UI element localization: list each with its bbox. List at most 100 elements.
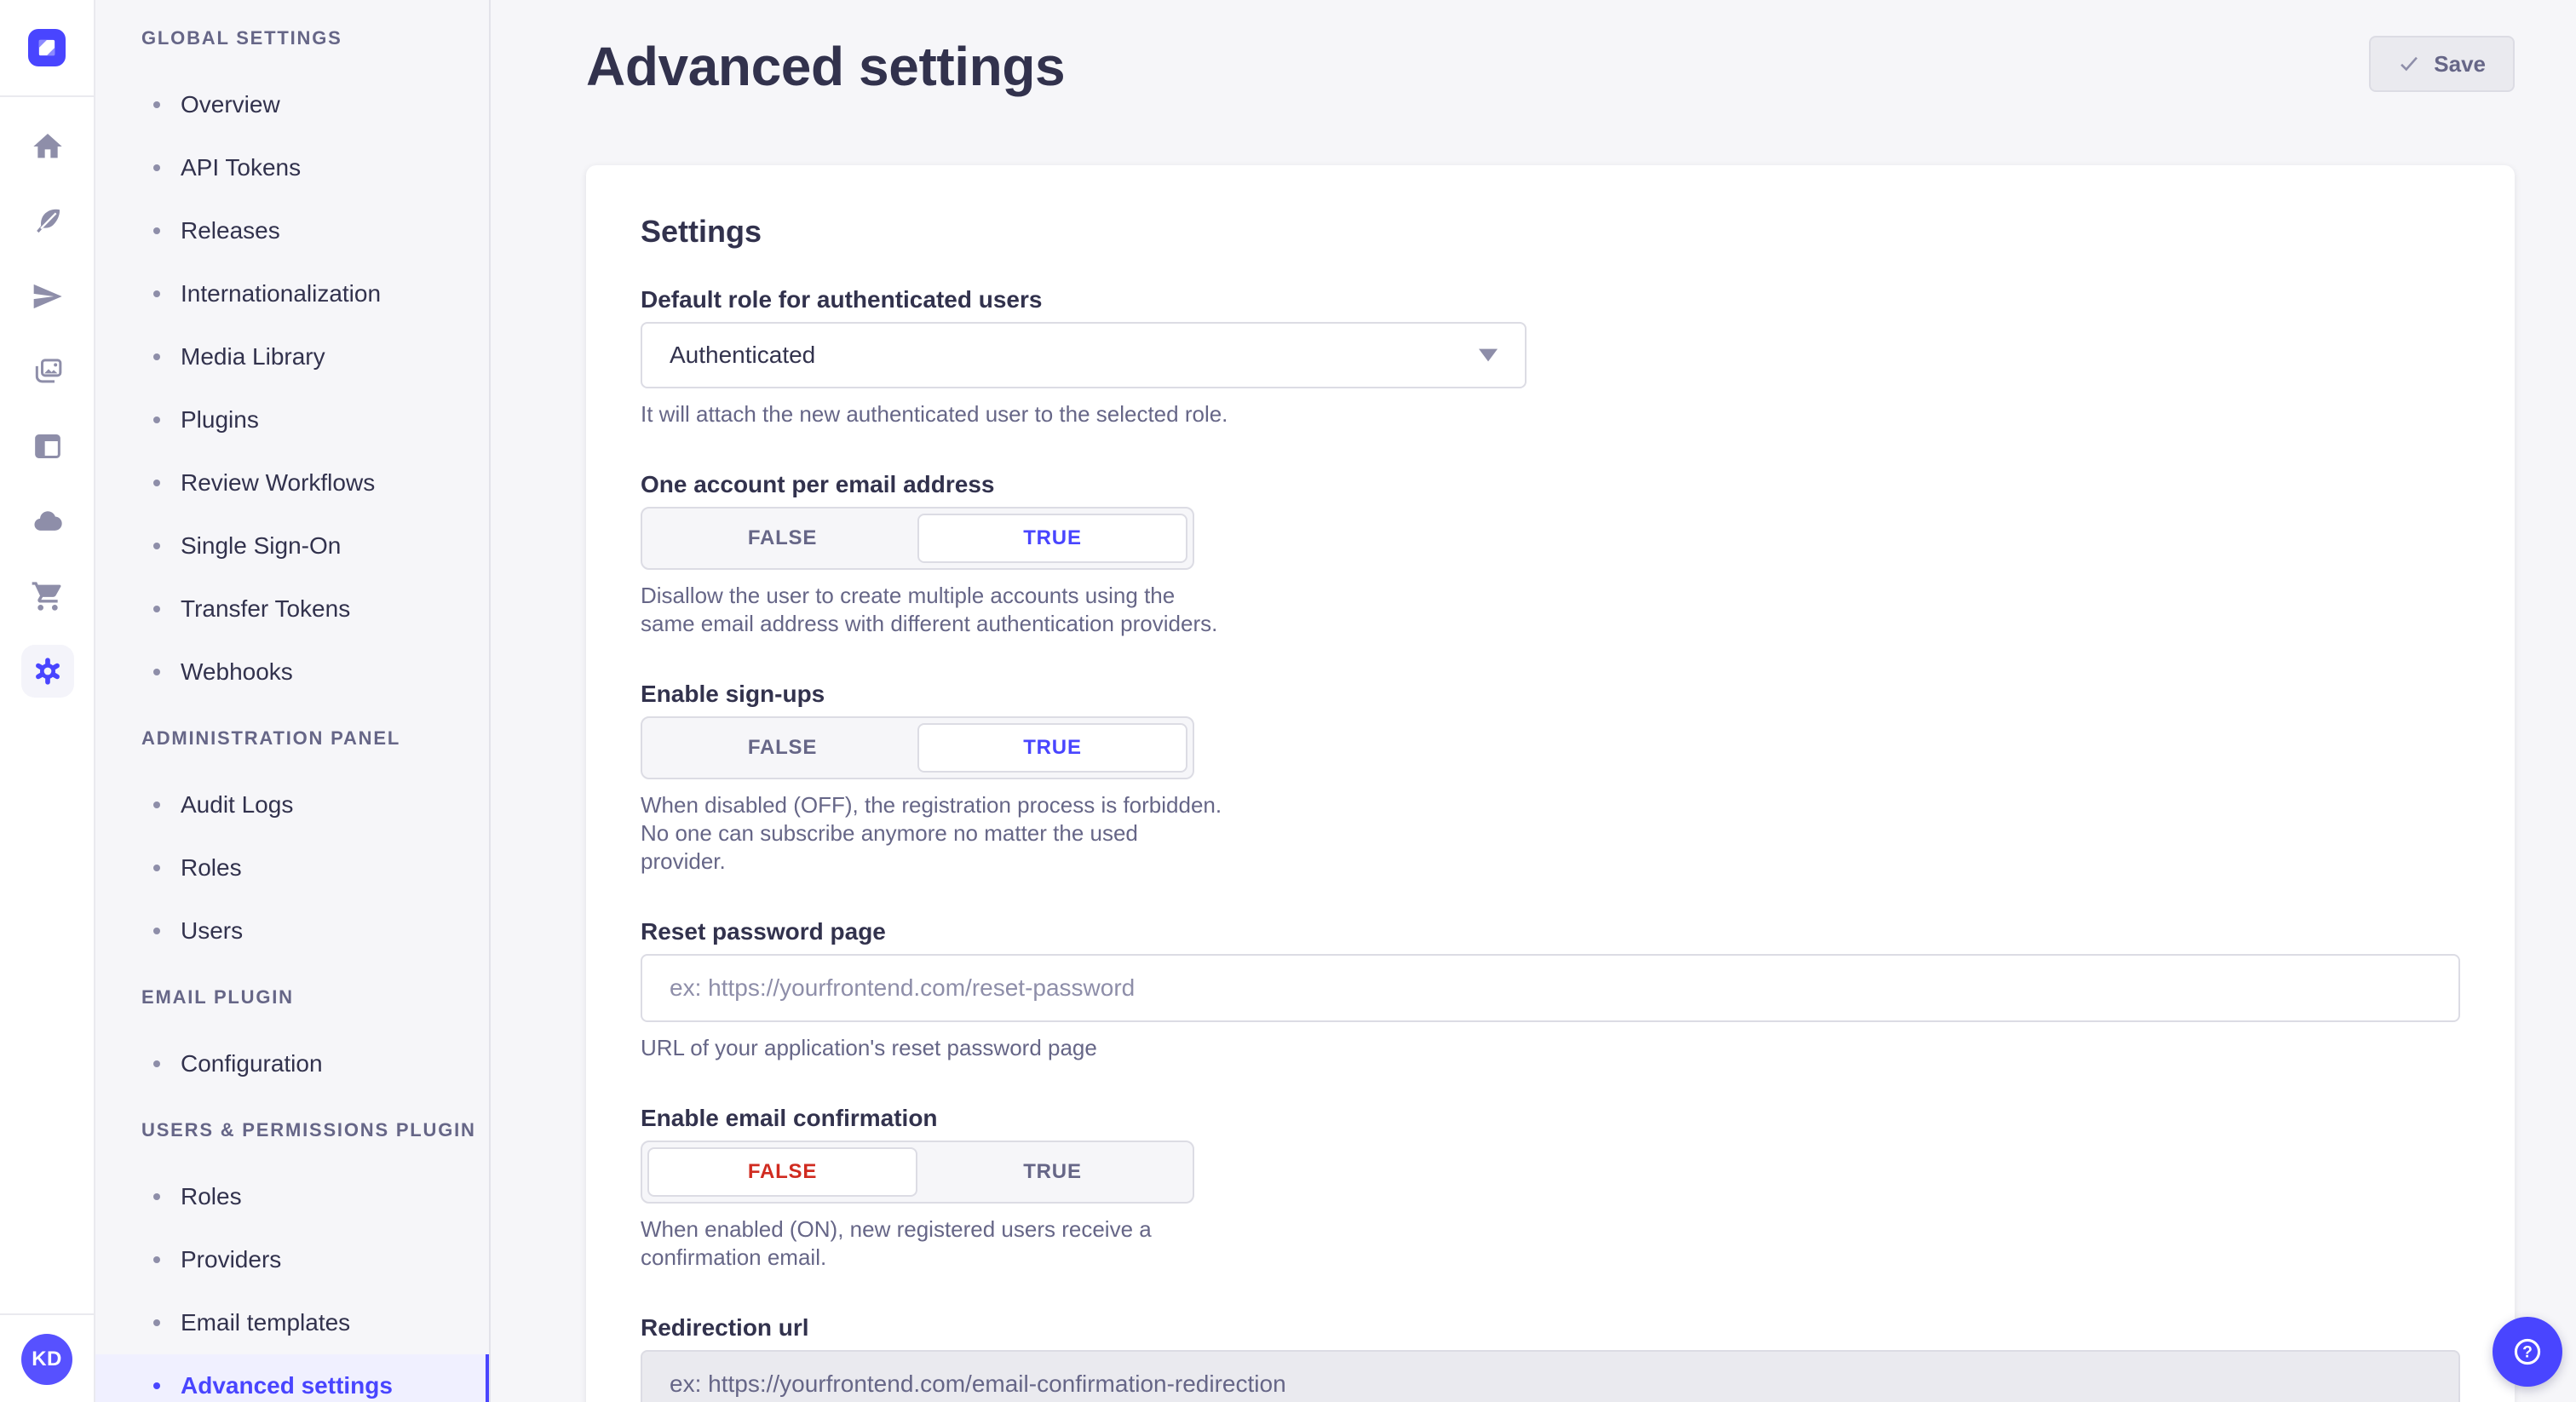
sidebar-item-internationalization[interactable]: Internationalization	[95, 262, 489, 325]
sidebar-item-label: API Tokens	[181, 154, 301, 181]
settings-active-indicator	[21, 645, 74, 698]
bullet-icon	[153, 865, 160, 871]
subnav-section-global: GLOBAL SETTINGS Overview API Tokens Rele…	[95, 27, 489, 704]
field-default-role: Default role for authenticated users Aut…	[641, 286, 2460, 428]
sidebar-item-single-sign-on[interactable]: Single Sign-On	[95, 514, 489, 577]
one-account-label: One account per email address	[641, 471, 2460, 498]
field-one-account: One account per email address FALSE TRUE…	[641, 471, 2460, 638]
subnav-section-title: EMAIL PLUGIN	[95, 986, 489, 1008]
one-account-true-option[interactable]: TRUE	[917, 514, 1187, 563]
main-content: Advanced settings Save Settings Default …	[491, 0, 2576, 1402]
sidebar-item-label: Plugins	[181, 406, 259, 434]
bullet-icon	[153, 1060, 160, 1067]
subnav-section-email-plugin: EMAIL PLUGIN Configuration	[95, 986, 489, 1095]
sidebar-item-review-workflows[interactable]: Review Workflows	[95, 451, 489, 514]
rail-item-cloud[interactable]	[0, 484, 95, 559]
strapi-logo[interactable]	[28, 29, 66, 66]
sidebar-item-up-roles[interactable]: Roles	[95, 1165, 489, 1228]
sidebar-item-admin-users[interactable]: Users	[95, 899, 489, 962]
sidebar-item-transfer-tokens[interactable]: Transfer Tokens	[95, 577, 489, 641]
sidebar-item-label: Internationalization	[181, 280, 381, 307]
bullet-icon	[153, 417, 160, 423]
cloud-icon	[31, 504, 65, 538]
rail-item-content-type-builder[interactable]	[0, 184, 95, 259]
gear-icon	[31, 654, 65, 688]
rail-item-media-library[interactable]	[0, 334, 95, 409]
settings-subnav: GLOBAL SETTINGS Overview API Tokens Rele…	[95, 0, 491, 1402]
sidebar-item-releases[interactable]: Releases	[95, 199, 489, 262]
feather-icon	[31, 204, 65, 238]
subnav-section-title: USERS & PERMISSIONS PLUGIN	[95, 1119, 489, 1141]
field-email-confirmation: Enable email confirmation FALSE TRUE Whe…	[641, 1105, 2460, 1272]
field-enable-sign-ups: Enable sign-ups FALSE TRUE When disabled…	[641, 681, 2460, 876]
sidebar-item-label: Review Workflows	[181, 469, 375, 497]
sidebar-item-api-tokens[interactable]: API Tokens	[95, 136, 489, 199]
sidebar-item-label: Roles	[181, 1183, 242, 1210]
rail-item-deploy[interactable]	[0, 259, 95, 334]
sidebar-item-providers[interactable]: Providers	[95, 1228, 489, 1291]
rail-user-area: KD	[0, 1313, 94, 1402]
sidebar-item-audit-logs[interactable]: Audit Logs	[95, 773, 489, 836]
sign-ups-true-option[interactable]: TRUE	[917, 723, 1187, 773]
default-role-select[interactable]: Authenticated	[641, 322, 1527, 388]
bullet-icon	[153, 928, 160, 934]
save-button[interactable]: Save	[2369, 36, 2515, 92]
sidebar-item-email-configuration[interactable]: Configuration	[95, 1032, 489, 1095]
bullet-icon	[153, 164, 160, 171]
sign-ups-hint: When disabled (OFF), the registration pr…	[641, 791, 1228, 876]
sidebar-item-webhooks[interactable]: Webhooks	[95, 641, 489, 704]
bullet-icon	[153, 606, 160, 612]
shopping-cart-icon	[31, 579, 65, 613]
sidebar-item-label: Users	[181, 917, 243, 945]
bullet-icon	[153, 353, 160, 360]
layout-icon	[31, 429, 65, 463]
sidebar-item-plugins[interactable]: Plugins	[95, 388, 489, 451]
bullet-icon	[153, 802, 160, 808]
email-confirmation-false-option[interactable]: FALSE	[647, 1147, 917, 1197]
one-account-false-option[interactable]: FALSE	[647, 514, 917, 563]
page-title: Advanced settings	[586, 36, 1065, 97]
subnav-section-admin-panel: ADMINISTRATION PANEL Audit Logs Roles Us…	[95, 727, 489, 962]
sidebar-item-label: Webhooks	[181, 658, 293, 686]
field-redirection-url: Redirection url	[641, 1314, 2460, 1402]
sign-ups-false-option[interactable]: FALSE	[647, 723, 917, 773]
bullet-icon	[153, 290, 160, 297]
email-confirmation-hint: When enabled (ON), new registered users …	[641, 1215, 1228, 1272]
rail-item-home[interactable]	[0, 109, 95, 184]
user-avatar[interactable]: KD	[21, 1334, 72, 1385]
sidebar-item-email-templates[interactable]: Email templates	[95, 1291, 489, 1354]
help-button[interactable]: ?	[2493, 1317, 2562, 1387]
sidebar-item-label: Transfer Tokens	[181, 595, 350, 623]
sidebar-item-label: Email templates	[181, 1309, 350, 1336]
rail-item-content-manager[interactable]	[0, 409, 95, 484]
email-confirmation-label: Enable email confirmation	[641, 1105, 2460, 1132]
page-header: Advanced settings Save	[491, 0, 2576, 97]
sidebar-item-advanced-settings[interactable]: Advanced settings	[95, 1354, 489, 1402]
bullet-icon	[153, 543, 160, 549]
home-icon	[31, 129, 65, 164]
sidebar-item-overview[interactable]: Overview	[95, 73, 489, 136]
sidebar-item-label: Audit Logs	[181, 791, 293, 819]
sidebar-item-media-library[interactable]: Media Library	[95, 325, 489, 388]
rail-item-settings[interactable]	[0, 634, 95, 709]
strapi-logo-icon	[28, 29, 66, 66]
sidebar-item-label: Overview	[181, 91, 280, 118]
rail-item-marketplace[interactable]	[0, 559, 95, 634]
sign-ups-toggle: FALSE TRUE	[641, 716, 1194, 779]
sidebar-item-label: Roles	[181, 854, 242, 882]
email-confirmation-true-option[interactable]: TRUE	[917, 1147, 1187, 1197]
rail-logo-area	[0, 0, 94, 97]
field-reset-password: Reset password page URL of your applicat…	[641, 918, 2460, 1062]
sidebar-item-label: Media Library	[181, 343, 325, 371]
sidebar-item-label: Providers	[181, 1246, 281, 1273]
question-mark-icon: ?	[2509, 1333, 2546, 1370]
save-button-label: Save	[2434, 51, 2486, 78]
images-icon	[31, 354, 65, 388]
bullet-icon	[153, 1319, 160, 1326]
sidebar-item-label: Configuration	[181, 1050, 323, 1077]
reset-password-input[interactable]	[641, 954, 2460, 1022]
sidebar-item-admin-roles[interactable]: Roles	[95, 836, 489, 899]
sidebar-item-label: Single Sign-On	[181, 532, 341, 560]
subnav-section-title: GLOBAL SETTINGS	[95, 27, 489, 49]
email-confirmation-toggle: FALSE TRUE	[641, 1141, 1194, 1204]
